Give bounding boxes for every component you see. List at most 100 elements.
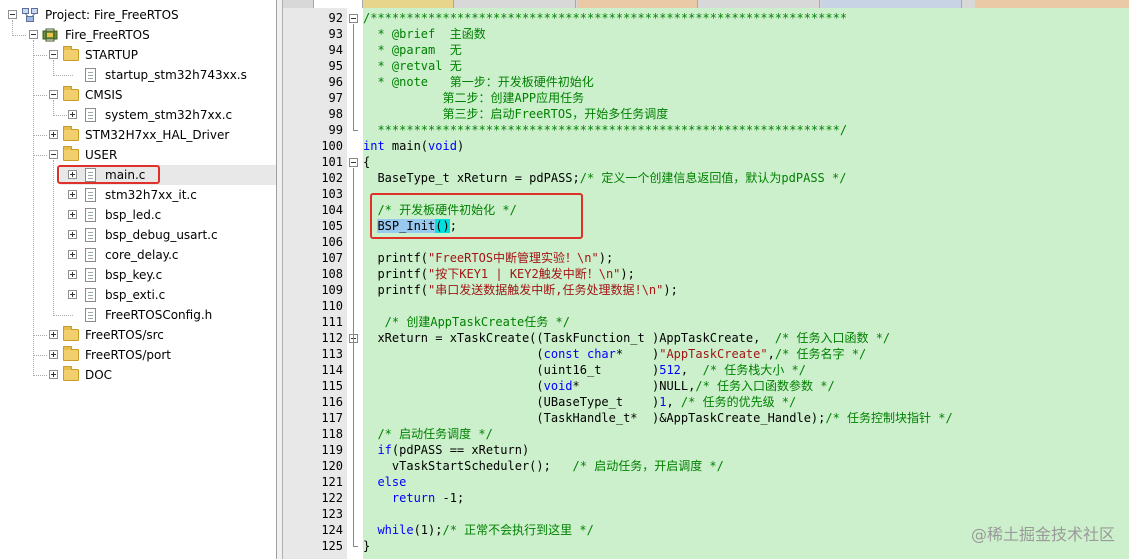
highlight-box-bsp-init	[370, 193, 583, 239]
expand-toggle[interactable]	[68, 210, 77, 219]
code-string: "串口发送数据触发中断,任务处理数据!\n"	[428, 283, 664, 297]
line-number: 122	[321, 491, 343, 505]
tree-file-system[interactable]: system_stm32h7xx.c	[0, 105, 276, 125]
code-number: 512	[659, 363, 681, 377]
code-keyword: if	[377, 443, 392, 457]
code-text: BaseType_t xReturn = pdPASS;	[363, 171, 580, 185]
tab-file[interactable]	[699, 0, 820, 8]
code-line: if(pdPASS == xReturn)	[363, 442, 529, 458]
line-number: 103	[321, 187, 343, 201]
code-line: (const char* )"AppTaskCreate",/* 任务名字 */	[363, 346, 866, 362]
collapse-toggle[interactable]	[49, 90, 58, 99]
expand-toggle[interactable]	[49, 350, 58, 359]
code-text: vTaskStartScheduler();	[363, 459, 573, 473]
line-number: 107	[321, 251, 343, 265]
tree-group-cmsis[interactable]: CMSIS	[0, 85, 276, 105]
fold-toggle[interactable]	[349, 14, 358, 23]
tree-file-startup[interactable]: startup_stm32h743xx.s	[0, 65, 276, 85]
line-number: 116	[321, 395, 343, 409]
tab-main-c[interactable]	[313, 0, 363, 8]
expand-toggle[interactable]	[49, 330, 58, 339]
expand-toggle[interactable]	[68, 270, 77, 279]
group-label: DOC	[85, 368, 113, 382]
code-text: );	[663, 283, 678, 297]
collapse-toggle[interactable]	[49, 50, 58, 59]
code-line: 第三步：启动FreeRTOS，开始多任务调度	[363, 107, 669, 121]
target-label: Fire_FreeRTOS	[65, 28, 150, 42]
code-line: int main(void)	[363, 138, 464, 154]
tab-file[interactable]	[821, 0, 962, 8]
tree-group-freertos-src[interactable]: FreeRTOS/src	[0, 325, 276, 345]
line-number: 110	[321, 299, 343, 313]
line-number: 124	[321, 523, 343, 537]
tree-file-usart[interactable]: bsp_debug_usart.c	[0, 225, 276, 245]
code-keyword: void	[428, 139, 457, 153]
fold-line	[353, 546, 358, 547]
line-number: 117	[321, 411, 343, 425]
code-editor[interactable]: 92 93 94 95 96 97 98 99 100 101 102 103 …	[283, 0, 1129, 559]
code-line: BaseType_t xReturn = pdPASS;/* 定义一个创建信息返…	[363, 170, 846, 186]
code-keyword: return	[391, 491, 436, 505]
tree-item-project[interactable]: Project: Fire_FreeRTOS	[0, 5, 276, 25]
expand-toggle[interactable]	[68, 290, 77, 299]
file-icon	[85, 268, 96, 282]
tab-file[interactable]	[455, 0, 576, 8]
tree-file-config[interactable]: FreeRTOSConfig.h	[0, 305, 276, 325]
tree-file-exti[interactable]: bsp_exti.c	[0, 285, 276, 305]
line-number: 96	[328, 75, 343, 89]
tree-group-doc[interactable]: DOC	[0, 365, 276, 385]
code-text: ,	[666, 395, 681, 409]
tree-item-target[interactable]: Fire_FreeRTOS	[0, 25, 276, 45]
expand-toggle[interactable]	[68, 110, 77, 119]
code-text: );	[598, 251, 614, 265]
tree-file-led[interactable]: bsp_led.c	[0, 205, 276, 225]
code-keyword: const char	[543, 347, 616, 361]
code-text: printf(	[363, 251, 429, 265]
line-number: 100	[321, 139, 343, 153]
code-keyword: while	[377, 523, 414, 537]
tab-file[interactable]	[363, 0, 454, 8]
line-number: 97	[328, 91, 343, 105]
expand-toggle[interactable]	[68, 250, 77, 259]
line-number: 115	[321, 379, 343, 393]
tree-group-freertos-port[interactable]: FreeRTOS/port	[0, 345, 276, 365]
line-number: 120	[321, 459, 343, 473]
code-line: vTaskStartScheduler(); /* 启动任务，开启调度 */	[363, 458, 724, 474]
code-line: while(1);/* 正常不会执行到这里 */	[363, 522, 593, 538]
collapse-toggle[interactable]	[49, 150, 58, 159]
code-string: "按下KEY1 | KEY2触发中断！\n"	[428, 267, 621, 281]
code-line: xReturn = xTaskCreate((TaskFunction_t )A…	[363, 330, 890, 346]
expand-toggle[interactable]	[49, 130, 58, 139]
expand-toggle[interactable]	[68, 190, 77, 199]
expand-toggle[interactable]	[68, 230, 77, 239]
file-label: bsp_key.c	[105, 268, 163, 282]
code-line: ****************************************…	[363, 123, 848, 137]
fold-toggle[interactable]	[349, 158, 358, 167]
line-number: 99	[328, 123, 343, 137]
tab-file[interactable]	[975, 0, 1129, 8]
fold-line	[353, 24, 354, 130]
file-label: system_stm32h7xx.c	[105, 108, 233, 122]
expand-toggle[interactable]	[49, 370, 58, 379]
tree-group-hal[interactable]: STM32H7xx_HAL_Driver	[0, 125, 276, 145]
tree-group-startup[interactable]: STARTUP	[0, 45, 276, 65]
collapse-toggle[interactable]	[8, 10, 17, 19]
line-number: 106	[321, 235, 343, 249]
tree-group-user[interactable]: USER	[0, 145, 276, 165]
code-line: return -1;	[363, 490, 464, 506]
collapse-toggle[interactable]	[29, 30, 38, 39]
code-line: * @note 第一步：开发板硬件初始化	[363, 75, 594, 89]
tree-file-delay[interactable]: core_delay.c	[0, 245, 276, 265]
line-number: 105	[321, 219, 343, 233]
tree-file-it[interactable]: stm32h7xx_it.c	[0, 185, 276, 205]
group-label: FreeRTOS/src	[85, 328, 164, 342]
line-number: 125	[321, 539, 343, 553]
tab-file[interactable]	[577, 0, 698, 8]
fold-line	[353, 130, 358, 131]
tree-file-key[interactable]: bsp_key.c	[0, 265, 276, 285]
code-comment: /* 任务入口函数 */	[774, 331, 891, 345]
code-text: (pdPASS == xReturn)	[391, 443, 530, 457]
code-text: (UBaseType_t )	[363, 395, 660, 409]
